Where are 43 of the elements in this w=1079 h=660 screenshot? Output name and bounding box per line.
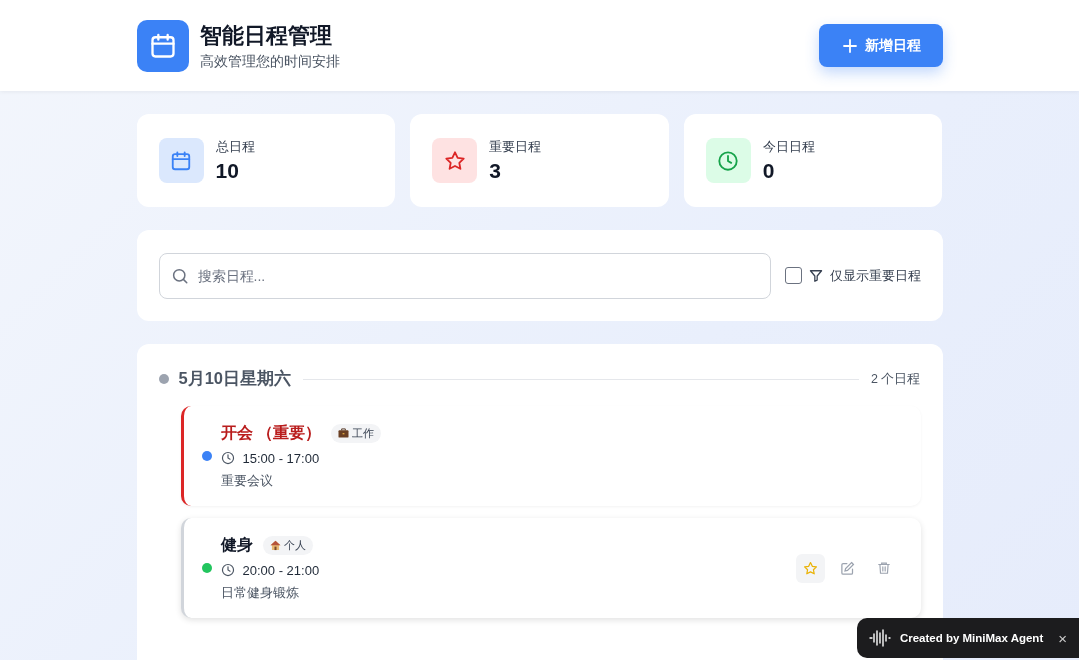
important-filter-checkbox[interactable] <box>784 267 802 284</box>
clock-icon <box>717 149 740 172</box>
app-subtitle: 高效管理您的时间安排 <box>199 52 340 71</box>
close-button[interactable]: × <box>1058 629 1067 647</box>
event-card[interactable]: 健身 个人 20:00 - 21:00 日常健身锻炼 <box>180 518 921 618</box>
star-icon <box>802 560 818 576</box>
calendar-icon <box>148 31 177 60</box>
stat-value: 0 <box>762 158 776 183</box>
stat-label: 总日程 <box>215 138 255 156</box>
event-time: 20:00 - 21:00 <box>242 562 320 578</box>
stat-value: 3 <box>489 158 502 183</box>
stat-label: 重要日程 <box>489 138 542 156</box>
stat-label: 今日日程 <box>762 138 815 156</box>
search-field[interactable]: 搜索日程... <box>158 252 771 299</box>
clock-icon <box>220 451 235 465</box>
event-time: 15:00 - 17:00 <box>242 450 320 466</box>
add-schedule-button[interactable]: 新增日程 <box>818 24 943 67</box>
funnel-icon <box>808 268 823 283</box>
search-icon <box>170 266 189 285</box>
filter-label: 仅显示重要日程 <box>829 266 921 285</box>
plus-icon <box>842 38 857 53</box>
waveform-icon <box>868 629 891 647</box>
event-note: 重要会议 <box>220 472 274 490</box>
edit-icon <box>839 560 855 576</box>
event-title: 开会 （重要） <box>220 422 321 443</box>
calendar-icon <box>170 149 192 172</box>
app-title: 智能日程管理 <box>199 21 333 50</box>
house-icon <box>269 539 281 551</box>
trash-icon <box>877 561 891 575</box>
category-tag: 个人 <box>262 535 313 555</box>
event-note: 日常健身锻炼 <box>220 584 300 602</box>
clock-icon <box>220 563 235 577</box>
stat-value: 10 <box>215 158 240 183</box>
star-icon <box>443 149 466 172</box>
star-button[interactable] <box>795 553 825 583</box>
badge-text: Created by MiniMax Agent <box>899 632 1044 644</box>
category-tag: 工作 <box>330 423 381 443</box>
event-title: 健身 <box>220 534 253 555</box>
briefcase-icon <box>337 428 349 438</box>
day-heading: 5月10日星期六 <box>178 368 292 389</box>
event-count: 2 个日程 <box>871 370 921 388</box>
timeline-dot <box>158 374 169 384</box>
event-card[interactable]: 开会 （重要） 工作 15:00 - 17:00 重要会议 <box>180 406 921 506</box>
